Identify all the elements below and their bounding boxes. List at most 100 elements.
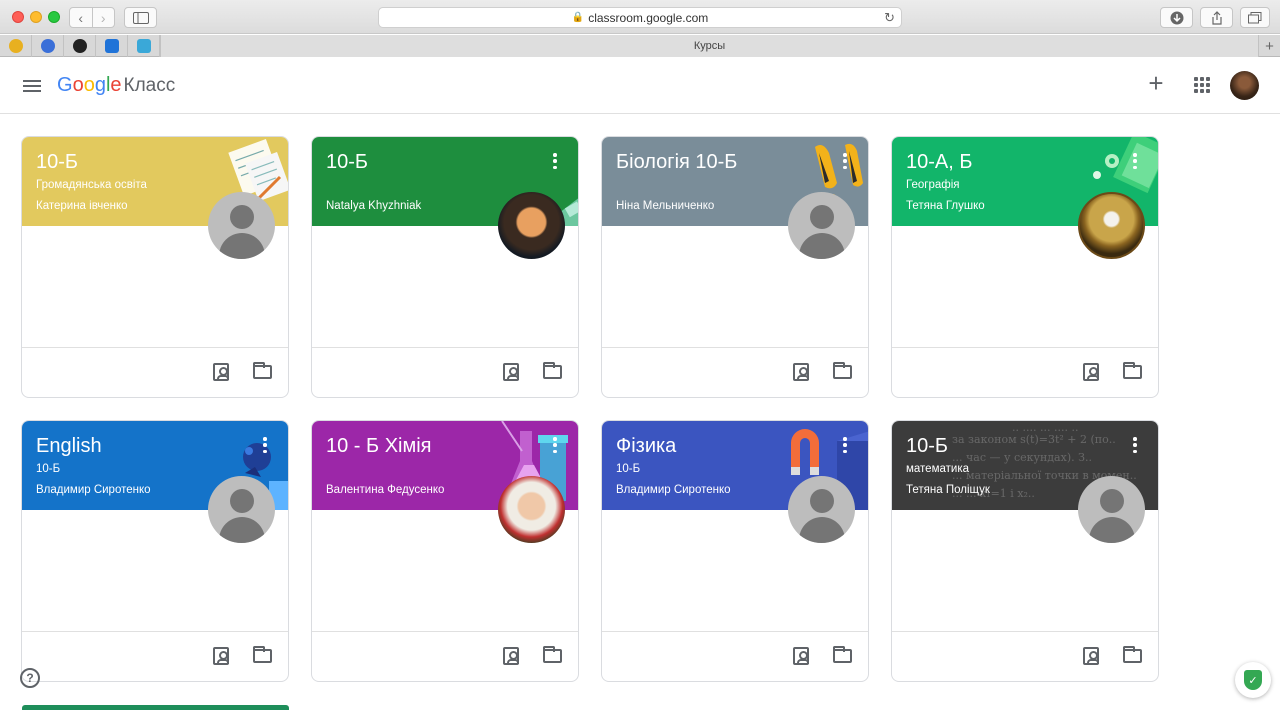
github-icon: [72, 39, 87, 53]
course-title[interactable]: 10-Б: [36, 151, 78, 174]
assignment-icon[interactable]: [503, 647, 519, 665]
assignment-icon[interactable]: [1083, 647, 1099, 665]
folder-icon[interactable]: [543, 646, 562, 663]
bookmark-1[interactable]: [0, 35, 32, 57]
help-icon[interactable]: ?: [20, 668, 40, 688]
course-options-icon[interactable]: [262, 437, 268, 453]
assignment-icon[interactable]: [793, 363, 809, 381]
back-button[interactable]: ‹: [70, 8, 92, 27]
bookmarks-bar: Курсы +: [0, 35, 1280, 57]
folder-icon[interactable]: [543, 362, 562, 379]
minimize-window-button[interactable]: [30, 11, 42, 23]
course-options-icon[interactable]: [552, 153, 558, 169]
folder-icon[interactable]: [833, 646, 852, 663]
next-card-edge: [22, 705, 289, 710]
google-apps-icon[interactable]: [1194, 77, 1210, 93]
close-window-button[interactable]: [12, 11, 24, 23]
assignment-icon[interactable]: [503, 363, 519, 381]
app-header: Google Класс +: [0, 58, 1280, 114]
course-teacher: Ніна Мельниченко: [616, 200, 715, 212]
bot-favicon-icon: [40, 39, 55, 53]
course-section: 10-Б: [36, 463, 61, 475]
downloads-button[interactable]: [1160, 7, 1193, 28]
folder-icon[interactable]: [253, 362, 272, 379]
course-teacher: Тетяна Глушко: [906, 200, 985, 212]
teacher-avatar: [788, 192, 855, 259]
share-icon: [1211, 10, 1222, 25]
lock-icon: 🔒: [571, 12, 585, 23]
course-title[interactable]: Біологія 10-Б: [616, 151, 737, 174]
create-join-class-button[interactable]: +: [1145, 70, 1167, 96]
folder-icon[interactable]: [1123, 646, 1142, 663]
fullscreen-window-button[interactable]: [48, 11, 60, 23]
bookmark-3[interactable]: [64, 35, 96, 57]
product-name: Класс: [123, 75, 176, 96]
svg-text:... час — у секундах). З..: ... час — у секундах). З..: [952, 451, 1092, 464]
address-bar[interactable]: 🔒 classroom.google.com ↻: [378, 7, 902, 28]
course-card[interactable]: 10-А, Б Географія Тетяна Глушко: [891, 136, 1159, 398]
account-avatar[interactable]: [1230, 71, 1259, 100]
share-button[interactable]: [1200, 7, 1233, 28]
google-classroom-logo[interactable]: Google Класс: [57, 74, 175, 97]
course-options-icon[interactable]: [1132, 437, 1138, 453]
security-extension-button[interactable]: ✓: [1235, 662, 1271, 698]
download-icon: [1170, 11, 1183, 24]
course-card-footer: [892, 347, 1158, 397]
bookmark-2[interactable]: [32, 35, 64, 57]
course-section: математика: [906, 463, 970, 475]
course-card-footer: [22, 631, 288, 681]
cart-icon: [136, 39, 151, 53]
course-teacher: Тетяна Поліщук: [906, 484, 990, 496]
course-card[interactable]: .. .... ... .... .. за законом s(t)=3t² +…: [891, 420, 1159, 682]
teacher-avatar: [208, 476, 275, 543]
course-teacher: Валентина Федусенко: [326, 484, 445, 496]
course-options-icon[interactable]: [842, 437, 848, 453]
course-title[interactable]: 10-Б: [326, 151, 368, 174]
course-options-icon[interactable]: [842, 153, 848, 169]
bookmark-4[interactable]: [96, 35, 128, 57]
bookmark-5[interactable]: [128, 35, 160, 57]
folder-icon[interactable]: [1123, 362, 1142, 379]
course-title[interactable]: 10 - Б Хімія: [326, 435, 432, 458]
teacher-avatar: [1078, 476, 1145, 543]
course-options-icon[interactable]: [1132, 153, 1138, 169]
course-title[interactable]: 10-А, Б: [906, 151, 972, 174]
reload-icon[interactable]: ↻: [884, 10, 895, 26]
course-teacher: Natalya Khyzhniak: [326, 200, 422, 212]
course-card[interactable]: 10-Б Громадянська освіта Катерина івченк…: [21, 136, 289, 398]
course-title[interactable]: 10-Б: [906, 435, 948, 458]
assignment-icon[interactable]: [213, 363, 229, 381]
course-card[interactable]: Фізика 10-Б Владимир Сиротенко: [601, 420, 869, 682]
course-options-icon[interactable]: [552, 437, 558, 453]
folder-icon[interactable]: [833, 362, 852, 379]
forward-button[interactable]: ›: [91, 8, 115, 27]
course-card[interactable]: 10 - Б Хімія Валентина Федусенко: [311, 420, 579, 682]
new-tab-button[interactable]: +: [1258, 35, 1280, 57]
main-menu-button[interactable]: [20, 74, 44, 98]
url-text: classroom.google.com: [588, 10, 709, 25]
brand-letter: g: [94, 74, 106, 96]
course-teacher: Владимир Сиротенко: [616, 484, 731, 496]
course-card[interactable]: Біологія 10-Б Ніна Мельниченко: [601, 136, 869, 398]
course-section: Громадянська освіта: [36, 179, 147, 191]
brand-letter: o: [72, 74, 84, 96]
assignment-icon[interactable]: [213, 647, 229, 665]
course-title[interactable]: English: [36, 435, 102, 458]
active-tab[interactable]: Курсы: [160, 35, 1258, 57]
assignment-icon[interactable]: [1083, 363, 1099, 381]
course-card-footer: [892, 631, 1158, 681]
brand-letter: e: [110, 74, 122, 96]
teacher-avatar: [1078, 192, 1145, 259]
course-card[interactable]: English 10-Б Владимир Сиротенко: [21, 420, 289, 682]
tabs-overview-button[interactable]: [1240, 7, 1270, 28]
course-card-footer: [602, 347, 868, 397]
sidebar-toggle-button[interactable]: [124, 7, 157, 28]
emoji-favicon-icon: [8, 39, 23, 53]
course-card[interactable]: 10-Б Natalya Khyzhniak: [311, 136, 579, 398]
svg-text:за законом s(t)=3t² + 2 (по.: за законом s(t)=3t² + 2 (по..: [952, 433, 1116, 446]
course-title[interactable]: Фізика: [616, 435, 676, 458]
folder-icon[interactable]: [253, 646, 272, 663]
brand-letter: G: [57, 74, 73, 96]
tabs-icon: [1248, 11, 1262, 23]
assignment-icon[interactable]: [793, 647, 809, 665]
